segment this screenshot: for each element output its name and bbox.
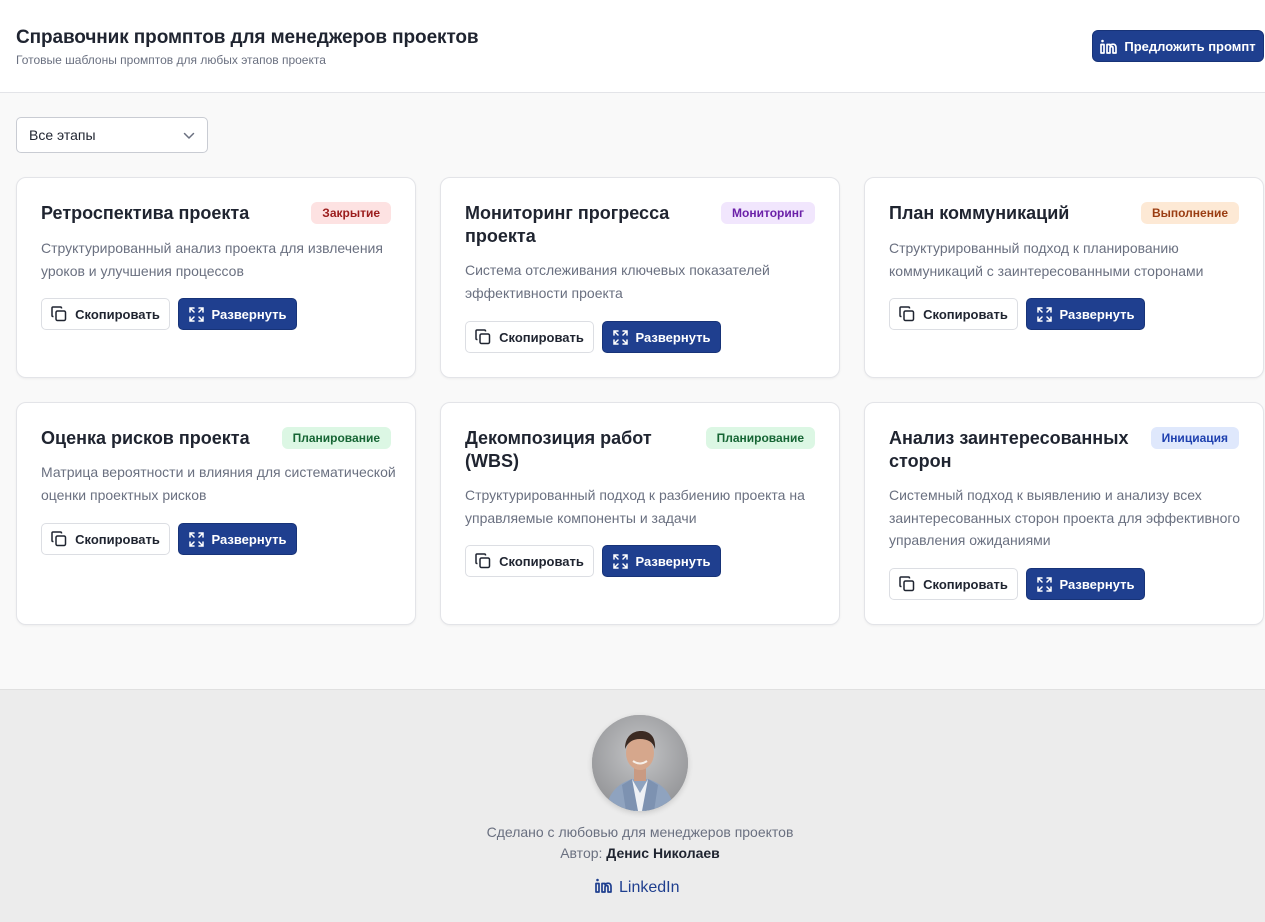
prompt-card: Анализ заинтересованных сторон Инициация… [864,402,1264,625]
expand-label: Развернуть [635,329,711,345]
stage-filter-value: Все этапы [29,127,96,143]
card-description: Структурированный подход к планированию … [889,240,1204,279]
suggest-prompt-button[interactable]: Предложить промпт [1092,30,1264,62]
stage-filter-select[interactable]: Все этапы [16,117,208,153]
expand-button[interactable]: Развернуть [1026,298,1145,330]
copy-label: Скопировать [75,306,160,322]
expand-button[interactable]: Развернуть [1026,568,1145,600]
footer-tagline: Сделано с любовью для менеджеров проекто… [486,824,794,840]
expand-button[interactable]: Развернуть [178,523,297,555]
expand-label: Развернуть [1059,306,1135,322]
linkedin-link-label: LinkedIn [619,879,680,896]
expand-icon [1036,576,1052,592]
expand-label: Развернуть [1059,576,1135,592]
copy-button[interactable]: Скопировать [41,523,170,555]
copy-button[interactable]: Скопировать [889,568,1018,600]
copy-label: Скопировать [499,329,584,345]
prompt-card: Мониторинг прогресса проекта Мониторинг … [440,177,840,378]
stage-badge: Инициация [1150,427,1239,449]
copy-label: Скопировать [75,531,160,547]
expand-button[interactable]: Развернуть [602,545,721,577]
linkedin-icon [1100,39,1118,54]
stage-badge: Планирование [705,427,815,449]
page-header: Справочник промптов для менеджеров проек… [0,0,1265,93]
stage-badge: Закрытие [311,202,391,224]
expand-icon [188,531,204,547]
page-footer: Сделано с любовью для менеджеров проекто… [0,689,1265,922]
card-description: Структурированный подход к разбиению про… [465,487,805,526]
suggest-prompt-label: Предложить промпт [1124,38,1256,54]
expand-icon [612,553,628,569]
stage-badge: Планирование [281,427,391,449]
expand-label: Развернуть [635,553,711,569]
page-title: Справочник промптов для менеджеров проек… [16,27,479,48]
stage-badge: Выполнение [1140,202,1239,224]
copy-label: Скопировать [923,306,1008,322]
copy-icon [899,576,915,592]
copy-icon [51,531,67,547]
copy-button[interactable]: Скопировать [465,321,594,353]
expand-button[interactable]: Развернуть [178,298,297,330]
prompt-card: Оценка рисков проекта Планирование Матри… [16,402,416,625]
card-title: Мониторинг прогресса проекта [465,203,670,246]
expand-icon [188,306,204,322]
copy-icon [475,329,491,345]
copy-icon [475,553,491,569]
page-subtitle: Готовые шаблоны промптов для любых этапо… [16,53,326,67]
footer-author: Автор: Денис Николаев [0,845,1265,861]
author-prefix: Автор: [560,845,603,861]
card-title: Анализ заинтересованных сторон [889,428,1129,471]
expand-label: Развернуть [211,531,287,547]
copy-button[interactable]: Скопировать [889,298,1018,330]
expand-label: Развернуть [211,306,287,322]
expand-icon [1036,306,1052,322]
prompt-card: Декомпозиция работ (WBS) Планирование Ст… [440,402,840,625]
card-title: Ретроспектива проекта [41,203,250,223]
expand-button[interactable]: Развернуть [602,321,721,353]
copy-label: Скопировать [923,576,1008,592]
copy-button[interactable]: Скопировать [41,298,170,330]
copy-button[interactable]: Скопировать [465,545,594,577]
copy-icon [51,306,67,322]
author-avatar [592,715,688,811]
prompt-card: Ретроспектива проекта Закрытие Структури… [16,177,416,378]
card-title: План коммуникаций [889,203,1070,223]
card-title: Декомпозиция работ (WBS) [465,428,652,471]
linkedin-link[interactable]: LinkedIn [595,878,680,898]
linkedin-icon [595,878,612,898]
card-description: Системный подход к выявлению и анализу в… [889,487,1241,548]
expand-icon [612,329,628,345]
card-description: Система отслеживания ключевых показателе… [465,262,770,301]
prompt-card: План коммуникаций Выполнение Структуриро… [864,177,1264,378]
copy-label: Скопировать [499,553,584,569]
chevron-down-icon [183,127,195,143]
author-name: Денис Николаев [606,845,720,861]
card-title: Оценка рисков проекта [41,428,250,448]
card-description: Структурированный анализ проекта для изв… [41,240,383,279]
copy-icon [899,306,915,322]
stage-badge: Мониторинг [721,202,815,224]
card-description: Матрица вероятности и влияния для систем… [41,464,396,503]
